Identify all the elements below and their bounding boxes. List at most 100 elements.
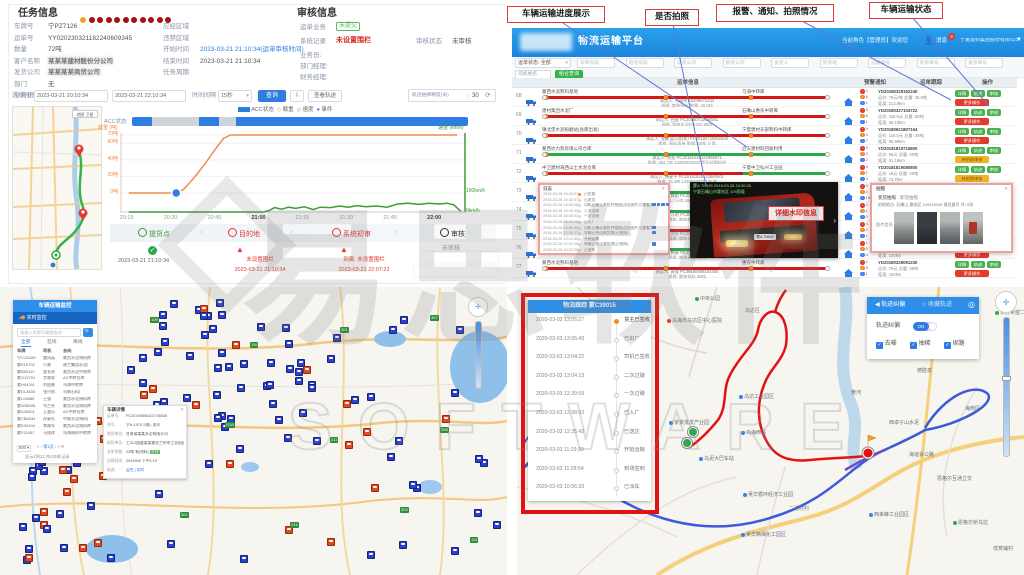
monitor-cell[interactable]: 蒙W38381: [17, 404, 36, 409]
action-button-0[interactable]: 详情: [955, 90, 969, 97]
truck-marker[interactable]: [59, 466, 67, 474]
truck-marker[interactable]: [154, 348, 162, 356]
camera-icon[interactable]: [661, 203, 665, 206]
action-button-1[interactable]: 轨迹: [971, 128, 985, 135]
event-badge[interactable]: [157, 17, 163, 23]
truck-marker[interactable]: [218, 311, 226, 319]
truck-marker[interactable]: [308, 384, 316, 392]
filter-input[interactable]: 运输单号: [868, 58, 906, 68]
alert-chip[interactable]: ! 1: [860, 101, 868, 106]
event-badge[interactable]: [148, 17, 154, 23]
track-map[interactable]: 中央公园乌达区乌海市乌达区中心医院乌达工业园区家景批发产业园乌海西站乌泥大巴车站…: [517, 287, 1024, 575]
truck-marker[interactable]: [282, 324, 290, 332]
truck-marker[interactable]: [218, 349, 226, 357]
truck-marker[interactable]: [225, 363, 233, 371]
unloading-photo-tab[interactable]: 卸货拍照: [900, 195, 918, 200]
truck-marker[interactable]: [257, 323, 265, 331]
action-button-2[interactable]: 审核: [987, 128, 1001, 135]
truck-marker[interactable]: [200, 312, 208, 320]
monitor-cell[interactable]: 蒙L04985: [17, 397, 34, 402]
correction-toggle[interactable]: ON: [913, 322, 937, 331]
truck-marker[interactable]: [395, 437, 403, 445]
truck-marker[interactable]: [267, 359, 275, 367]
filter-input[interactable]: 发货人: [771, 58, 809, 68]
chart-legend[interactable]: ACC状态 ◇ 载重 ◇ 速度 ● 事件: [238, 107, 332, 113]
truck-marker[interactable]: [493, 521, 501, 529]
plate-search-input[interactable]: 请输入车牌号模糊查询: [17, 328, 81, 337]
truck-marker[interactable]: [240, 360, 248, 368]
filter-input[interactable]: 装货公司: [674, 58, 712, 68]
truck-marker[interactable]: [387, 453, 395, 461]
truck-marker[interactable]: [363, 428, 371, 436]
truck-marker[interactable]: [400, 316, 408, 324]
truck-marker[interactable]: [240, 555, 248, 563]
truck-marker[interactable]: [94, 539, 102, 547]
log-label[interactable]: 已签收: [584, 192, 595, 196]
truck-marker[interactable]: [275, 416, 283, 424]
truck-marker[interactable]: [107, 554, 115, 562]
alert-chip[interactable]: ! 16: [860, 196, 870, 201]
filter-input[interactable]: 发货单号: [965, 58, 1003, 68]
photo-thumb[interactable]: [940, 212, 960, 244]
monitor-cell[interactable]: 蒙B69112: [17, 370, 35, 375]
step-item[interactable]: 目的地: [228, 228, 260, 239]
alert-chip[interactable]: ! 1: [860, 272, 868, 277]
truck-marker[interactable]: [192, 401, 200, 409]
truck-marker[interactable]: [19, 523, 27, 531]
truck-marker[interactable]: [333, 334, 341, 342]
event-badge[interactable]: [80, 17, 86, 23]
chevron-down-icon[interactable]: ▼: [1016, 37, 1022, 44]
truck-marker[interactable]: [183, 394, 191, 402]
truck-marker[interactable]: [474, 509, 482, 517]
truck-marker[interactable]: [295, 377, 303, 385]
log-label[interactable]: 开始运输: [584, 237, 599, 241]
monitor-cell[interactable]: 蒙CB6034: [17, 417, 35, 422]
tooltip-value[interactable]: 蓝色 | 实时: [126, 468, 144, 472]
photo-thumb[interactable]: [917, 212, 937, 244]
monitor-cell[interactable]: 宁C12U80: [17, 356, 36, 361]
order-status-select[interactable]: 运单状态: 全部▾: [515, 58, 571, 68]
camera-icon[interactable]: [652, 203, 656, 206]
monitor-cell[interactable]: 蒙F21057: [17, 431, 35, 436]
truck-marker[interactable]: [161, 338, 169, 346]
event-badge[interactable]: [106, 17, 112, 23]
truck-marker[interactable]: [70, 475, 78, 483]
compass-control[interactable]: ✛: [995, 291, 1017, 313]
end-time-input[interactable]: 2023-03-21 22:10:34: [112, 90, 186, 102]
track-option-1[interactable]: ✓ 抽稀: [910, 341, 931, 349]
truck-marker[interactable]: [140, 391, 148, 399]
export-icon[interactable]: ⇩: [290, 90, 304, 102]
favorite-track-tab[interactable]: ☆ 收藏轨迹: [921, 302, 952, 309]
fleet-map[interactable]: 109110201307G6G18211338301215303112 车辆运输…: [0, 287, 507, 575]
pending-photo-button[interactable]: 待拍照审核: [955, 175, 989, 182]
truck-marker[interactable]: [399, 541, 407, 549]
filter-input[interactable]: 到货单号: [917, 58, 955, 68]
truck-marker[interactable]: [186, 352, 194, 360]
action-button-1[interactable]: 轨迹: [971, 166, 985, 173]
photo-thumb[interactable]: [963, 212, 983, 244]
start-time-input[interactable]: 2023-03-21 20:10:34: [34, 90, 108, 102]
truck-marker[interactable]: [299, 409, 307, 417]
monitor-tab-1[interactable]: 在线: [47, 340, 57, 346]
track-precision-value[interactable]: 30: [467, 93, 479, 100]
monitor-cell[interactable]: 蒙A40501: [17, 410, 35, 415]
truck-marker[interactable]: [285, 340, 293, 348]
truck-marker[interactable]: [345, 441, 353, 449]
interval-select[interactable]: 15秒▾: [218, 90, 252, 102]
camera-icon[interactable]: [652, 242, 656, 245]
close-icon[interactable]: ✕: [180, 407, 184, 412]
camera-icon[interactable]: [652, 231, 656, 234]
truck-marker[interactable]: [209, 325, 217, 333]
loading-photo-tab[interactable]: 装货拍照: [878, 195, 896, 200]
camera-icon[interactable]: [652, 226, 656, 229]
task-mini-map[interactable]: 地图 卫星: [12, 106, 102, 270]
truck-marker[interactable]: [155, 490, 163, 498]
truck-marker[interactable]: [205, 460, 213, 468]
company-selector[interactable]: 宁夏建材集团股份有限公司: [960, 38, 1018, 44]
truck-marker[interactable]: [139, 354, 147, 362]
realtime-monitor-tab[interactable]: 🚚 实时监控: [13, 312, 97, 324]
truck-marker[interactable]: [43, 525, 51, 533]
truck-marker[interactable]: [159, 322, 167, 330]
action-button-0[interactable]: 详情: [955, 166, 969, 173]
home-icon[interactable]: [844, 264, 853, 282]
